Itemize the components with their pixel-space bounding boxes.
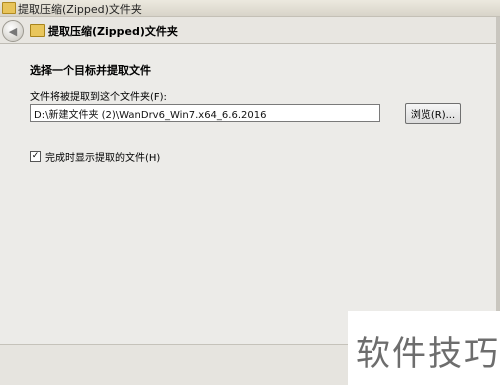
zip-folder-icon <box>30 24 45 37</box>
back-button[interactable]: ◀ <box>2 20 24 42</box>
destination-path-input[interactable] <box>30 104 380 122</box>
watermark-text: 软件技巧 <box>356 334 500 374</box>
show-files-option[interactable]: ✓ 完成时显示提取的文件(H) <box>30 149 160 164</box>
browse-button[interactable]: 浏览(R)... <box>405 103 461 124</box>
back-arrow-icon: ◀ <box>8 24 18 38</box>
wizard-title: 提取压缩(Zipped)文件夹 <box>48 25 178 38</box>
destination-label: 文件将被提取到这个文件夹(F): <box>30 92 167 103</box>
window-title: 提取压缩(Zipped)文件夹 <box>18 3 142 16</box>
show-files-checkbox-label: 完成时显示提取的文件(H) <box>45 153 161 164</box>
wizard-content: 选择一个目标并提取文件 文件将被提取到这个文件夹(F): 浏览(R)... ✓ … <box>0 44 500 344</box>
show-files-checkbox[interactable]: ✓ <box>30 151 41 162</box>
window-edge <box>496 17 500 311</box>
zip-folder-icon <box>2 2 16 14</box>
page-heading: 选择一个目标并提取文件 <box>30 64 151 77</box>
title-bar: 提取压缩(Zipped)文件夹 <box>0 0 500 17</box>
wizard-header: ◀ 提取压缩(Zipped)文件夹 <box>0 17 500 44</box>
